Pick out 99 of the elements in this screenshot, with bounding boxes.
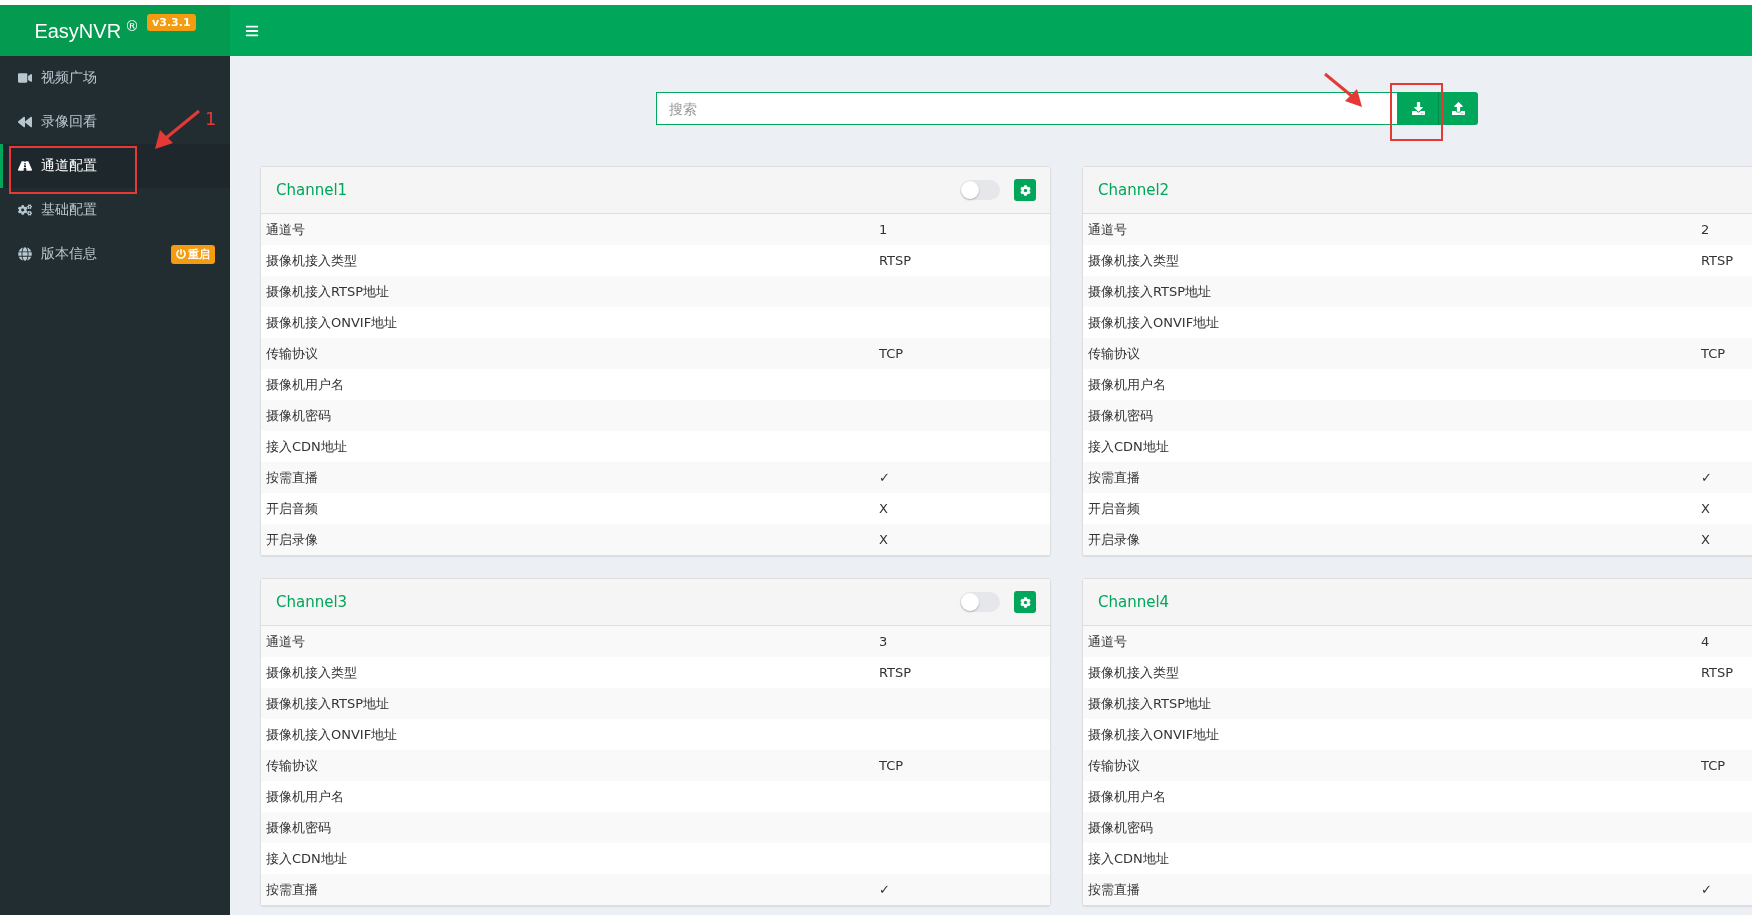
field-label: 摄像机密码 (1087, 818, 1154, 837)
field-label: 摄像机用户名 (1087, 375, 1167, 394)
upload-button[interactable] (1438, 92, 1478, 125)
field-value: 3 (879, 634, 888, 649)
sidebar-label: 录像回看 (41, 113, 97, 131)
field-label: 摄像机用户名 (265, 375, 345, 394)
toggle-switch[interactable] (960, 592, 1000, 612)
field-value: 4 (1701, 634, 1710, 649)
sidebar-label: 基础配置 (41, 201, 97, 219)
download-button[interactable] (1398, 92, 1438, 125)
sidebar-item[interactable]: 基础配置 (0, 188, 112, 232)
sidebar-item[interactable]: 视频广场 (0, 56, 112, 100)
channel-title: Channel3 (276, 593, 349, 611)
field-label: 开启录像 (1087, 530, 1141, 549)
globe-icon (18, 247, 32, 261)
field-value: TCP (879, 758, 904, 773)
field-label: 开启音频 (265, 499, 319, 518)
field-label: 通道号 (1087, 220, 1128, 239)
field-value: RTSP (879, 253, 912, 268)
field-label: 传输协议 (1087, 344, 1141, 363)
field-value: RTSP (1701, 253, 1734, 268)
sidebar-item[interactable]: 版本信息 重启 (0, 232, 230, 276)
field-value: TCP (1701, 346, 1726, 361)
field-label: 通道号 (1087, 632, 1128, 651)
field-value: ✓ (879, 882, 890, 897)
menu-icon[interactable] (245, 23, 259, 38)
sidebar-item[interactable]: 通道配置 (0, 144, 230, 188)
toggle-switch[interactable] (960, 180, 1000, 200)
field-label: 按需直播 (265, 880, 319, 899)
field-value: ✓ (1701, 882, 1712, 897)
settings-button[interactable] (1014, 179, 1036, 201)
field-value: ✓ (879, 470, 890, 485)
field-value: ✓ (1701, 470, 1712, 485)
field-label: 传输协议 (1087, 756, 1141, 775)
field-label: 摄像机密码 (265, 406, 332, 425)
sidebar-label: 通道配置 (41, 157, 97, 175)
field-label: 按需直播 (265, 468, 319, 487)
video-camera-icon (18, 71, 32, 85)
field-label: 摄像机接入ONVIF地址 (1087, 725, 1221, 744)
field-label: 接入CDN地址 (265, 849, 348, 868)
field-value: TCP (879, 346, 904, 361)
settings-icon (1019, 184, 1031, 196)
field-label: 摄像机接入RTSP地址 (265, 282, 391, 301)
field-label: 传输协议 (265, 344, 319, 363)
settings-icon (1019, 596, 1031, 608)
field-label: 摄像机密码 (265, 818, 332, 837)
registered-mark: ® (125, 18, 140, 34)
field-label: 传输协议 (265, 756, 319, 775)
field-value: TCP (1701, 758, 1726, 773)
field-value: RTSP (879, 665, 912, 680)
field-value: RTSP (1701, 665, 1734, 680)
field-label: 摄像机接入ONVIF地址 (265, 725, 399, 744)
field-label: 摄像机密码 (1087, 406, 1154, 425)
annotation-number: 1 (205, 108, 217, 129)
power-icon (176, 249, 186, 259)
field-label: 摄像机接入RTSP地址 (265, 694, 391, 713)
field-value: X (1701, 532, 1710, 547)
field-label: 按需直播 (1087, 880, 1141, 899)
field-label: 摄像机接入类型 (265, 663, 358, 682)
settings-button[interactable] (1014, 591, 1036, 613)
road-icon (18, 159, 32, 173)
field-value: X (1701, 501, 1710, 516)
field-label: 接入CDN地址 (265, 437, 348, 456)
field-label: 开启录像 (265, 530, 319, 549)
field-label: 摄像机接入类型 (1087, 251, 1180, 270)
sidebar-item[interactable]: 录像回看 (0, 100, 112, 144)
field-label: 摄像机接入RTSP地址 (1087, 282, 1213, 301)
search-field[interactable]: 搜索 (656, 92, 1398, 125)
field-label: 通道号 (265, 220, 306, 239)
channel-title: Channel1 (276, 181, 349, 199)
upload-icon (1452, 102, 1465, 115)
channel-title: Channel4 (1098, 593, 1171, 611)
annotation-arrow (155, 109, 200, 149)
field-value: 1 (879, 222, 888, 237)
download-icon (1411, 102, 1425, 115)
annotation-box (1390, 83, 1443, 141)
field-value: X (879, 501, 888, 516)
field-label: 按需直播 (1087, 468, 1141, 487)
sidebar-label: 视频广场 (41, 69, 97, 87)
field-label: 开启音频 (1087, 499, 1141, 518)
field-value: 2 (1701, 222, 1710, 237)
field-label: 摄像机接入类型 (1087, 663, 1180, 682)
sidebar-label: 版本信息 (41, 245, 97, 263)
brand-name: EasyNVR (34, 20, 122, 43)
field-label: 接入CDN地址 (1087, 437, 1170, 456)
field-label: 摄像机接入ONVIF地址 (265, 313, 399, 332)
field-label: 摄像机接入RTSP地址 (1087, 694, 1213, 713)
field-label: 摄像机用户名 (265, 787, 345, 806)
rewind-icon (18, 115, 32, 129)
gears-icon (18, 203, 32, 217)
channel-title: Channel2 (1098, 181, 1171, 199)
field-label: 摄像机用户名 (1087, 787, 1167, 806)
version-badge: v3.3.1 (147, 14, 196, 31)
annotation-arrow (1324, 72, 1362, 107)
field-label: 接入CDN地址 (1087, 849, 1170, 868)
field-value: X (879, 532, 888, 547)
field-label: 摄像机接入类型 (265, 251, 358, 270)
field-label: 通道号 (265, 632, 306, 651)
field-label: 摄像机接入ONVIF地址 (1087, 313, 1221, 332)
